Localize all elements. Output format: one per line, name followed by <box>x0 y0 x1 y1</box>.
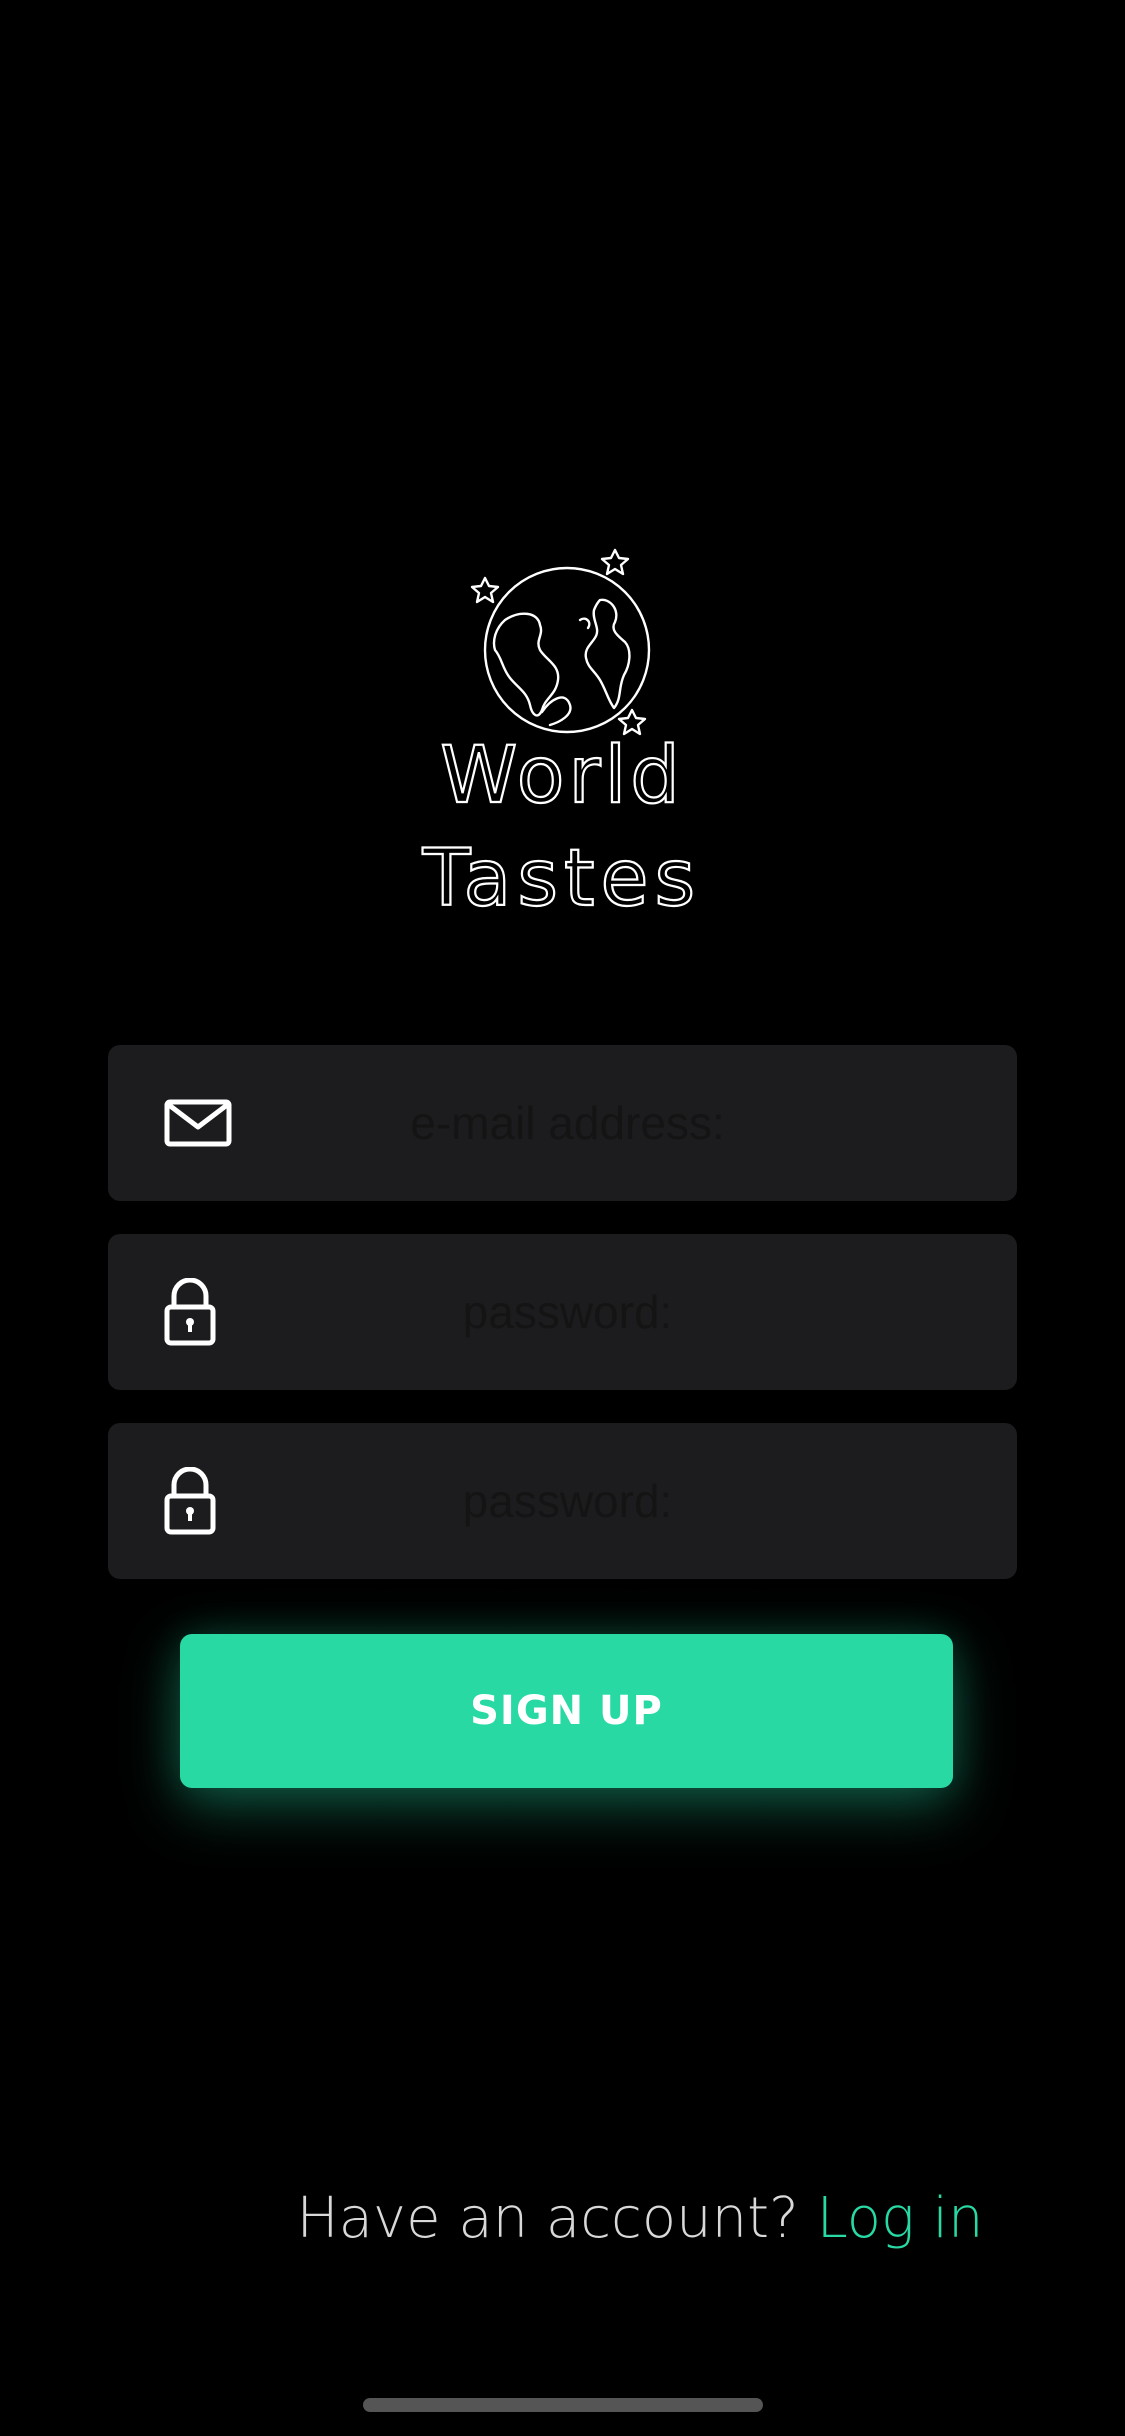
login-link[interactable]: Log in <box>817 2186 984 2251</box>
have-account-text: Have an account? <box>296 2186 799 2251</box>
email-field[interactable] <box>108 1045 1017 1201</box>
password-field[interactable] <box>108 1234 1017 1390</box>
logo-wordmark-line1: World <box>440 731 684 821</box>
world-tastes-logo: World Tastes <box>410 540 715 920</box>
lock-icon <box>164 1467 216 1535</box>
password-input[interactable] <box>258 1234 977 1390</box>
email-input[interactable] <box>258 1045 977 1201</box>
mail-icon <box>164 1099 232 1147</box>
sign-up-button[interactable]: SIGN UP <box>180 1634 953 1788</box>
confirm-password-input[interactable] <box>258 1423 977 1579</box>
login-prompt: Have an account? Log in <box>0 2186 1125 2251</box>
globe-logo-icon: World Tastes <box>421 548 701 920</box>
home-indicator[interactable] <box>363 2398 763 2412</box>
lock-icon <box>164 1278 216 1346</box>
confirm-password-field[interactable] <box>108 1423 1017 1579</box>
logo-wordmark-line2: Tastes <box>422 834 701 920</box>
